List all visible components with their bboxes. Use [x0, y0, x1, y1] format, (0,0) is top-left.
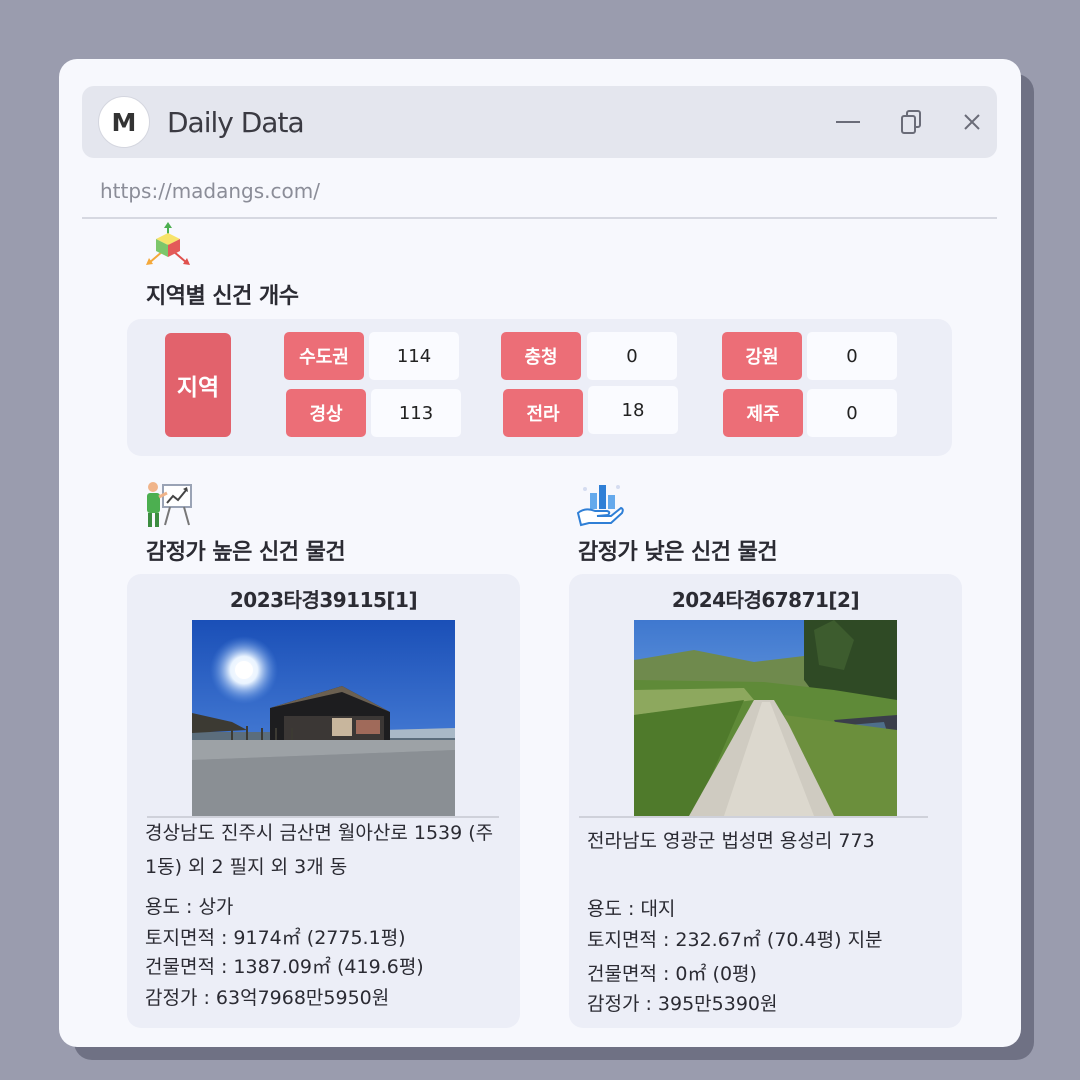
minimize-button[interactable]: [830, 104, 866, 140]
region-value-jeolla: 18: [588, 386, 678, 434]
region-panel: 지역 수도권 114 경상 113 충청 0 전라 18 강원 0 제주 0: [127, 319, 952, 456]
region-value-gangwon: 0: [807, 332, 897, 380]
low-case-number[interactable]: 2024타경67871[2]: [569, 584, 962, 613]
close-icon: [964, 114, 980, 130]
region-label-jeju: 제주: [723, 389, 803, 437]
high-building-area: 건물면적 : 1387.09㎡ (419.6평): [145, 956, 424, 978]
copy-icon: [901, 110, 921, 134]
high-property-card[interactable]: 2023타경39115[1] 경상남도 진주시 금산면 월아산로 1539 (주…: [127, 574, 520, 1028]
low-usage: 용도 : 대지: [587, 898, 676, 920]
region-value-capital: 114: [369, 332, 459, 380]
url-text[interactable]: https://madangs.com/: [100, 179, 320, 203]
region-label-capital: 수도권: [284, 332, 364, 380]
high-usage: 용도 : 상가: [145, 896, 234, 918]
minimize-icon: [836, 121, 860, 123]
close-button[interactable]: [954, 104, 990, 140]
region-value-gyeongsang: 113: [371, 389, 461, 437]
region-label-gangwon: 강원: [722, 332, 802, 380]
region-main-label: 지역: [165, 333, 231, 437]
region-label-chungcheong: 충청: [501, 332, 581, 380]
presentation-chart-icon: [147, 482, 192, 527]
high-property-photo[interactable]: [192, 620, 455, 816]
cube-arrows-icon: [146, 222, 190, 265]
url-divider: [82, 217, 997, 219]
region-value-jeju: 0: [807, 389, 897, 437]
low-appraisal: 감정가 : 395만5390원: [587, 993, 778, 1015]
region-label-jeolla: 전라: [503, 389, 583, 437]
region-label-gyeongsang: 경상: [286, 389, 366, 437]
app-window: M Daily Data https://madangs.com/ 지역별 신건…: [59, 59, 1021, 1047]
high-land-area: 토지면적 : 9174㎡ (2775.1평): [145, 927, 406, 949]
high-section-title: 감정가 높은 신건 물건: [146, 540, 346, 565]
low-address: 전라남도 영광군 법성면 용성리 773: [587, 830, 875, 852]
region-value-chungcheong: 0: [587, 332, 677, 380]
low-property-card[interactable]: 2024타경67871[2] 전라남도 영광군 법성면 용성리 773 용도:…: [569, 574, 962, 1028]
low-section-title: 감정가 낮은 신건 물건: [578, 540, 778, 565]
low-card-divider: [579, 816, 928, 818]
high-appraisal: 감정가 : 63억7968만5950원: [145, 987, 390, 1009]
app-title: Daily Data: [167, 106, 305, 139]
high-address: 경상남도 진주시 금산면 월아산로 1539 (주1동) 외 2 필지 외 3개…: [145, 822, 494, 878]
hand-chart-icon: [576, 485, 624, 527]
app-logo: M: [98, 96, 150, 148]
region-section-title: 지역별 신건 개수: [146, 284, 299, 309]
copy-button[interactable]: [894, 104, 930, 140]
low-building-area: 건물면적 : 0㎡ (0평): [587, 963, 757, 985]
high-case-number[interactable]: 2023타경39115[1]: [127, 584, 520, 613]
low-property-photo[interactable]: [634, 620, 897, 816]
title-bar: M Daily Data: [82, 86, 997, 158]
low-land-area: 토지면적 : 232.67㎡ (70.4평) 지분: [587, 929, 883, 951]
